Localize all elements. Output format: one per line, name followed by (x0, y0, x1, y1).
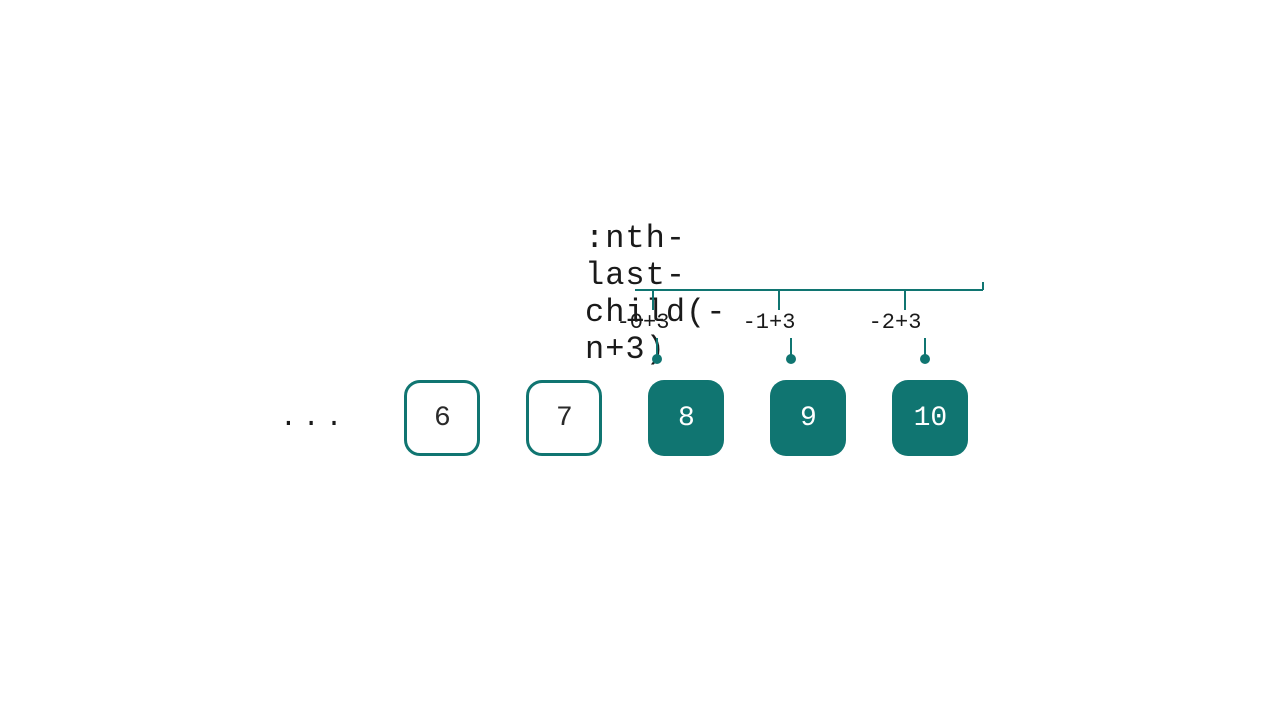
box-8: 8 (648, 380, 724, 456)
ellipsis: ... (280, 403, 348, 434)
formula-2: -2+3 (860, 310, 930, 335)
box-9: 9 (770, 380, 846, 456)
box-10: 10 (892, 380, 968, 456)
boxes-row: ... 6 7 8 9 10 (280, 380, 968, 456)
formula-0: -0+3 (608, 310, 678, 335)
connector-row (652, 338, 930, 364)
connector-1 (786, 338, 796, 364)
formula-1: -1+3 (734, 310, 804, 335)
connector-0 (652, 338, 662, 364)
connector-2 (920, 338, 930, 364)
box-7: 7 (526, 380, 602, 456)
formula-row: -0+3 -1+3 -2+3 (608, 310, 930, 335)
box-6: 6 (404, 380, 480, 456)
